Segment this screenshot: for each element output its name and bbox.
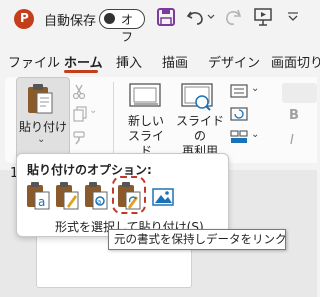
autosave-label: 自動保存: [44, 14, 97, 29]
tab-insert[interactable]: 挿入: [116, 52, 142, 71]
paste-clipboard-icon: [28, 84, 53, 114]
tab-draw[interactable]: 描画: [162, 52, 188, 71]
highlight-annotation: [112, 176, 146, 214]
italic-button[interactable]: I: [290, 133, 294, 148]
undo-dropdown-chevron-icon[interactable]: [207, 13, 215, 21]
paste-keep-source-formatting-icon[interactable]: [54, 180, 80, 212]
autosave-state-label: オフ: [121, 13, 134, 44]
powerpoint-app-icon: P: [14, 9, 34, 29]
undo-icon[interactable]: [185, 6, 207, 28]
start-slideshow-icon[interactable]: [252, 6, 274, 28]
paste-label: 貼り付け: [19, 120, 68, 134]
reset-slide-icon[interactable]: [230, 107, 248, 121]
title-bar: P 自動保存 オフ: [0, 0, 317, 44]
autosave-toggle[interactable]: オフ: [99, 9, 145, 44]
font-name-box[interactable]: [282, 83, 317, 103]
tab-file[interactable]: ファイル: [8, 52, 60, 71]
ribbon-tabs: ファイル ホーム 挿入 描画 デザイン 画面切り: [0, 48, 320, 72]
copy-dropdown-chevron-icon[interactable]: ⌄: [89, 105, 97, 116]
new-slide-icon: [129, 83, 161, 107]
save-icon[interactable]: [156, 6, 176, 28]
paste-dropdown-chevron-icon[interactable]: ⌄: [37, 134, 45, 145]
tab-transitions[interactable]: 画面切り: [271, 52, 320, 71]
reuse-slides-label-line1: スライドの: [175, 114, 224, 143]
svg-text:a: a: [38, 195, 45, 209]
svg-text:a: a: [97, 198, 101, 206]
reuse-slides-icon: [181, 83, 213, 111]
tab-home[interactable]: ホーム: [64, 52, 103, 71]
cut-icon[interactable]: [72, 84, 86, 100]
redo-icon[interactable]: [222, 6, 244, 28]
customize-toolbar-icon[interactable]: [287, 12, 299, 22]
tooltip: 元の書式を保持しデータをリンク (F): [108, 229, 286, 250]
new-slide-label-line1: 新しい: [127, 114, 164, 128]
section-dropdown-chevron-icon[interactable]: ⌄: [251, 129, 259, 140]
layout-icon[interactable]: [230, 84, 248, 98]
copy-icon[interactable]: [72, 106, 88, 122]
paste-options-menu: 貼り付けのオプション: a a 形式を選択して貼り付け(S)...: [16, 153, 229, 237]
layout-dropdown-chevron-icon[interactable]: ⌄: [251, 83, 259, 94]
paste-embed-icon[interactable]: a: [83, 180, 109, 212]
section-icon[interactable]: [230, 130, 248, 144]
ribbon-group-divider: [113, 82, 114, 154]
active-tab-indicator: [64, 70, 98, 73]
format-painter-icon[interactable]: [72, 130, 88, 146]
toggle-knob: [104, 13, 115, 24]
bold-button[interactable]: B: [289, 108, 299, 123]
tab-design[interactable]: デザイン: [208, 52, 260, 71]
paste-use-destination-theme-icon[interactable]: a: [25, 180, 51, 212]
paste-as-picture-icon[interactable]: [150, 180, 176, 212]
